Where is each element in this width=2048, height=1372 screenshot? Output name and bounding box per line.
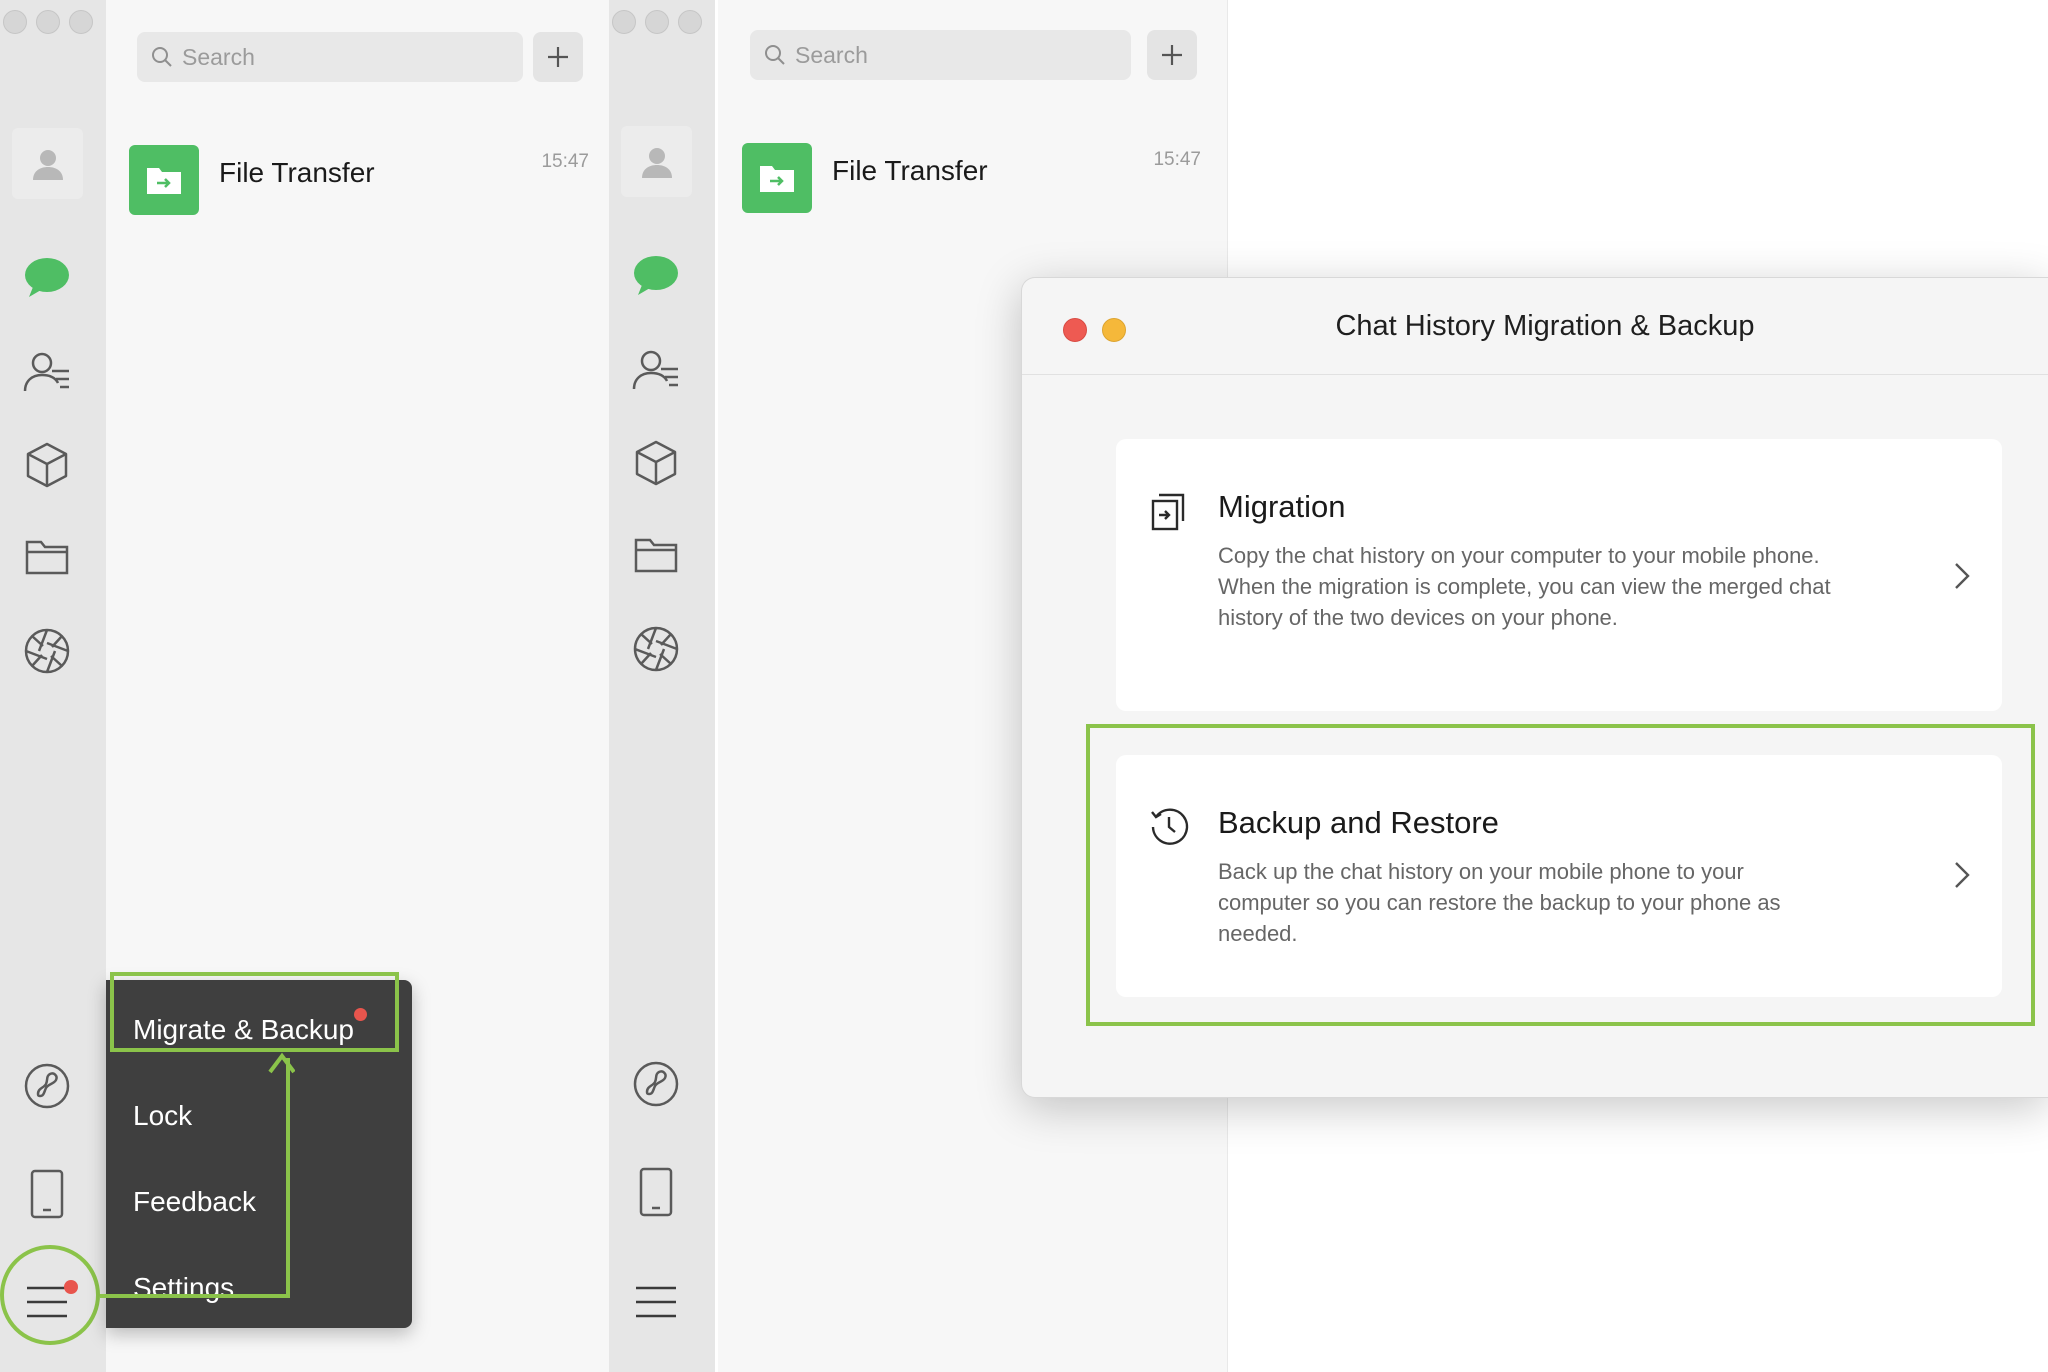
contacts-icon[interactable] <box>17 342 77 402</box>
right-window-controls <box>612 10 702 34</box>
migration-description: Copy the chat history on your computer t… <box>1218 543 1831 630</box>
menu-button-highlight <box>0 1245 100 1345</box>
avatar[interactable] <box>12 128 83 199</box>
left-window-controls <box>3 10 93 34</box>
more-menu-icon[interactable] <box>626 1272 686 1332</box>
chat-list-item[interactable]: File Transfer 15:47 <box>106 145 609 235</box>
search-icon <box>765 45 785 65</box>
migrate-backup-highlight <box>110 972 399 1052</box>
minimize-control[interactable] <box>36 10 60 34</box>
phone-device-icon[interactable] <box>17 1164 77 1224</box>
search-input[interactable]: Search <box>137 32 523 82</box>
channels-icon[interactable] <box>626 1054 686 1114</box>
chat-name: File Transfer <box>219 157 375 188</box>
avatar[interactable] <box>621 126 692 197</box>
right-sidebar-rail <box>609 0 715 1372</box>
chevron-right-icon <box>1955 563 1970 589</box>
migration-option-card[interactable]: Migration Copy the chat history on your … <box>1116 439 2002 711</box>
person-icon <box>641 147 672 178</box>
add-button[interactable] <box>1147 30 1197 80</box>
left-sidebar-rail <box>0 0 106 1372</box>
search-icon <box>152 47 172 67</box>
close-control[interactable] <box>612 10 636 34</box>
backup-restore-highlight <box>1086 724 2035 1026</box>
plus-icon <box>1162 45 1182 65</box>
moments-aperture-icon[interactable] <box>17 621 77 681</box>
folder-icon[interactable] <box>626 525 686 585</box>
chats-icon[interactable] <box>17 247 77 307</box>
guide-arrow <box>100 1052 295 1298</box>
chat-list-item[interactable]: File Transfer 15:47 <box>718 143 1227 233</box>
search-input[interactable]: Search <box>750 30 1131 80</box>
search-placeholder: Search <box>182 43 255 70</box>
migration-title: Migration <box>1218 489 1346 524</box>
dialog-title: Chat History Migration & Backup <box>1335 310 1755 342</box>
minimize-control[interactable] <box>645 10 669 34</box>
add-button[interactable] <box>533 32 583 82</box>
folder-arrow-icon <box>760 166 794 192</box>
mini-programs-cube-icon[interactable] <box>17 435 77 495</box>
zoom-control[interactable] <box>69 10 93 34</box>
search-placeholder: Search <box>795 41 868 68</box>
migration-icon <box>1151 493 1185 531</box>
chats-icon[interactable] <box>626 245 686 305</box>
file-transfer-avatar <box>742 143 812 213</box>
moments-aperture-icon[interactable] <box>626 619 686 679</box>
file-transfer-avatar <box>129 145 199 215</box>
chat-time: 15:47 <box>541 151 589 172</box>
channels-icon[interactable] <box>17 1056 77 1116</box>
plus-icon <box>548 47 568 67</box>
folder-icon[interactable] <box>17 527 77 587</box>
close-control[interactable] <box>3 10 27 34</box>
phone-device-icon[interactable] <box>626 1162 686 1222</box>
dialog-titlebar: Chat History Migration & Backup <box>1022 278 2048 375</box>
person-icon <box>32 149 63 180</box>
folder-arrow-icon <box>147 168 181 194</box>
contacts-icon[interactable] <box>626 340 686 400</box>
chat-time: 15:47 <box>1153 149 1201 170</box>
chat-name: File Transfer <box>832 155 988 186</box>
zoom-control[interactable] <box>678 10 702 34</box>
mini-programs-cube-icon[interactable] <box>626 433 686 493</box>
